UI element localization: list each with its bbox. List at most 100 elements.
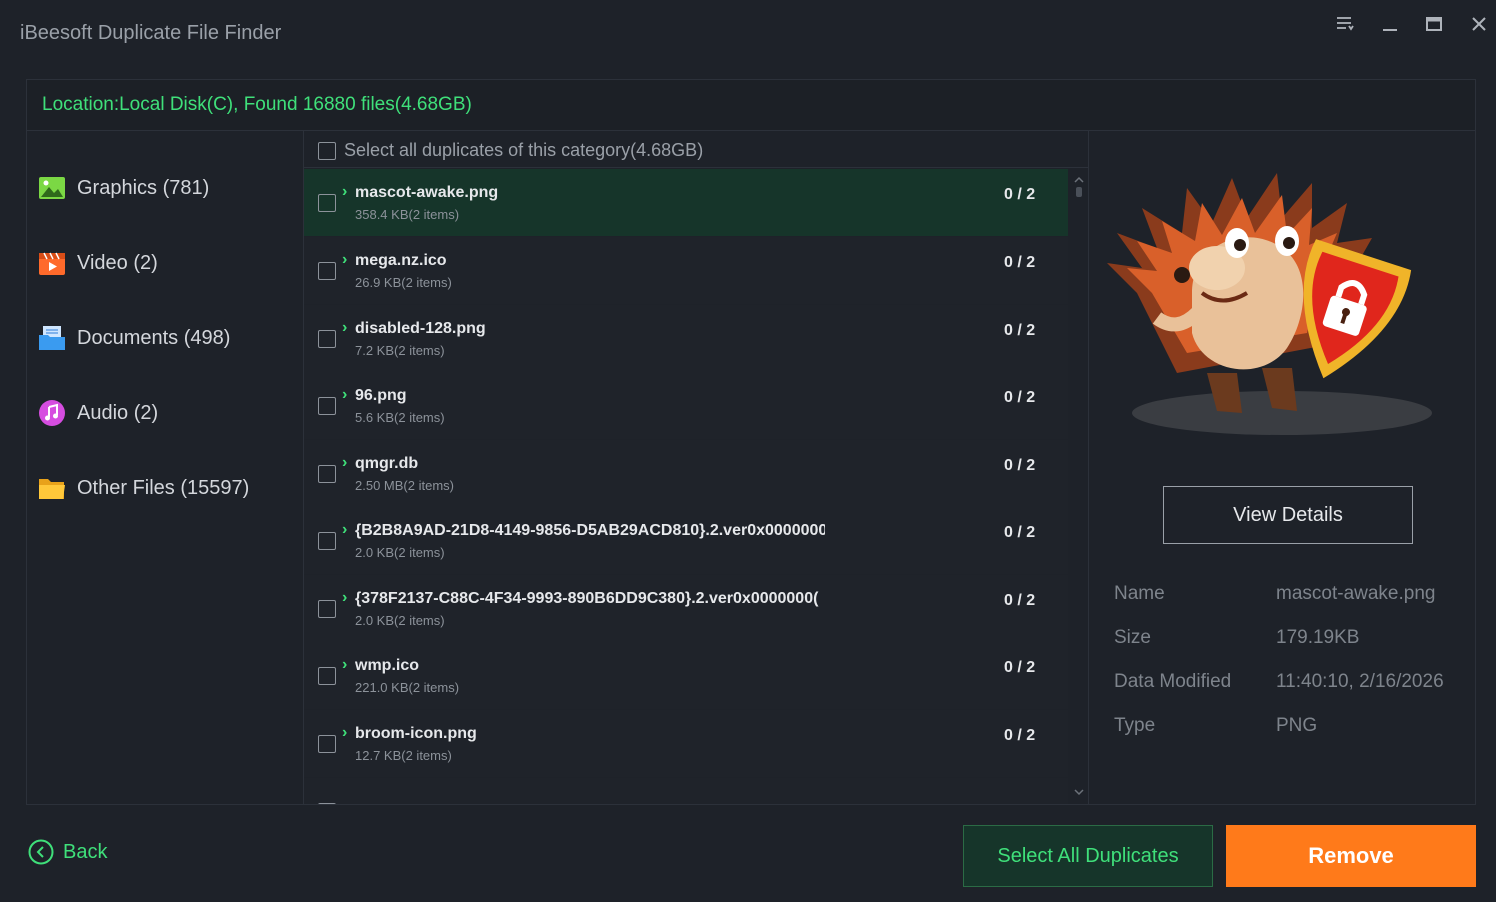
file-meta: 12.7 KB(2 items): [355, 748, 452, 763]
documents-icon: [38, 324, 66, 352]
category-graphics[interactable]: Graphics (781): [38, 168, 288, 208]
file-meta: 7.2 KB(2 items): [355, 343, 445, 358]
category-label: Documents (498): [77, 327, 231, 349]
file-name: {378F2137-C88C-4F34-9993-890B6DD9C380}.2…: [355, 590, 819, 607]
scroll-thumb[interactable]: [1076, 187, 1082, 197]
location-summary: Location:Local Disk(C), Found 16880 file…: [42, 94, 472, 115]
file-name: qmgr.db: [355, 455, 419, 472]
duplicate-row[interactable]: › 96.png 5.6 KB(2 items) 0 / 2: [304, 372, 1068, 439]
file-name: wmp.ico: [355, 657, 420, 674]
file-name: mega.nz.ico: [355, 252, 447, 269]
file-name: mascot-awake.png: [355, 184, 499, 201]
back-arrow-icon: [28, 839, 54, 865]
file-meta: 2.0 KB(2 items): [355, 545, 445, 560]
app-title: iBeesoft Duplicate File Finder: [20, 22, 282, 44]
row-checkbox[interactable]: [318, 397, 336, 415]
scroll-up-icon[interactable]: [1073, 173, 1085, 185]
row-checkbox[interactable]: [318, 600, 336, 618]
back-label: Back: [63, 841, 108, 863]
file-meta: 5.6 KB(2 items): [355, 410, 445, 425]
file-meta: 2.50 MB(2 items): [355, 478, 454, 493]
detail-name-row: Name mascot-awake.png: [1114, 583, 1474, 611]
folder-icon: [38, 474, 66, 502]
category-documents[interactable]: Documents (498): [38, 318, 288, 358]
maximize-icon[interactable]: [1422, 12, 1446, 36]
file-name: broom-icon.png: [355, 725, 477, 742]
selected-count: 0 / 2: [1004, 322, 1036, 339]
row-checkbox[interactable]: [318, 330, 336, 348]
duplicate-list-panel: Select all duplicates of this category(4…: [303, 131, 1089, 804]
expand-arrow-icon[interactable]: ›: [342, 454, 347, 472]
row-checkbox[interactable]: [318, 803, 336, 804]
row-checkbox[interactable]: [318, 735, 336, 753]
expand-arrow-icon[interactable]: ›: [342, 386, 347, 404]
detail-key: Name: [1114, 583, 1165, 604]
expand-arrow-icon[interactable]: ›: [342, 656, 347, 674]
detail-key: Size: [1114, 627, 1151, 648]
scroll-down-icon[interactable]: [1073, 785, 1085, 797]
duplicate-row[interactable]: › {378F2137-C88C-4F34-9993-890B6DD9C380}…: [304, 575, 1068, 642]
row-checkbox[interactable]: [318, 667, 336, 685]
select-all-duplicates-button[interactable]: Select All Duplicates: [963, 825, 1213, 887]
file-meta: 221.0 KB(2 items): [355, 680, 460, 695]
file-meta: 26.9 KB(2 items): [355, 275, 452, 290]
detail-value: PNG: [1276, 715, 1318, 736]
expand-arrow-icon[interactable]: ›: [342, 319, 347, 337]
duplicate-row[interactable]: › mega.nz.ico 26.9 KB(2 items) 0 / 2: [304, 237, 1068, 304]
category-label: Video (2): [77, 252, 158, 274]
selected-count: 0 / 2: [1004, 727, 1036, 744]
category-label: Graphics (781): [77, 177, 210, 199]
menu-icon[interactable]: [1333, 12, 1357, 36]
detail-key: Type: [1114, 715, 1156, 736]
expand-arrow-icon[interactable]: ›: [342, 251, 347, 269]
select-category-checkbox[interactable]: [318, 142, 336, 160]
duplicate-row-partial[interactable]: [304, 778, 1068, 804]
duplicate-row[interactable]: › {B2B8A9AD-21D8-4149-9856-D5AB29ACD810}…: [304, 507, 1068, 574]
expand-arrow-icon[interactable]: ›: [342, 724, 347, 742]
file-meta: 358.4 KB(2 items): [355, 207, 460, 222]
duplicate-row[interactable]: › disabled-128.png 7.2 KB(2 items) 0 / 2: [304, 305, 1068, 372]
audio-icon: [38, 399, 66, 427]
detail-value: mascot-awake.png: [1276, 583, 1436, 604]
back-button[interactable]: Back: [28, 838, 138, 868]
detail-key: Data Modified: [1114, 671, 1232, 692]
row-checkbox[interactable]: [318, 532, 336, 550]
remove-button[interactable]: Remove: [1226, 825, 1476, 887]
selected-count: 0 / 2: [1004, 389, 1036, 406]
file-meta: 2.0 KB(2 items): [355, 613, 445, 628]
row-checkbox[interactable]: [318, 465, 336, 483]
category-audio[interactable]: Audio (2): [38, 393, 288, 433]
expand-arrow-icon[interactable]: ›: [342, 521, 347, 539]
duplicate-row[interactable]: › qmgr.db 2.50 MB(2 items) 0 / 2: [304, 440, 1068, 507]
duplicate-row[interactable]: › mascot-awake.png 358.4 KB(2 items) 0 /…: [304, 169, 1068, 236]
detail-type-row: Type PNG: [1114, 715, 1474, 743]
file-name: disabled-128.png: [355, 320, 486, 337]
category-label: Audio (2): [77, 402, 159, 424]
detail-value: 11:40:10, 2/16/2026: [1276, 671, 1444, 692]
selected-count: 0 / 2: [1004, 524, 1036, 541]
detail-size-row: Size 179.19KB: [1114, 627, 1474, 655]
detail-value: 179.19KB: [1276, 627, 1360, 648]
selected-count: 0 / 2: [1004, 186, 1036, 203]
location-bar: Location:Local Disk(C), Found 16880 file…: [27, 80, 1475, 131]
duplicate-row[interactable]: › wmp.ico 221.0 KB(2 items) 0 / 2: [304, 642, 1068, 709]
selected-count: 0 / 2: [1004, 457, 1036, 474]
file-name: 96.png: [355, 387, 407, 404]
expand-arrow-icon[interactable]: ›: [342, 183, 347, 201]
file-name: {B2B8A9AD-21D8-4149-9856-D5AB29ACD810}.2…: [355, 522, 825, 539]
duplicate-row[interactable]: › broom-icon.png 12.7 KB(2 items) 0 / 2: [304, 710, 1068, 777]
row-checkbox[interactable]: [318, 194, 336, 212]
category-other-files[interactable]: Other Files (15597): [38, 468, 288, 508]
view-details-button[interactable]: View Details: [1163, 486, 1413, 544]
selected-count: 0 / 2: [1004, 254, 1036, 271]
duplicate-rows: › mascot-awake.png 358.4 KB(2 items) 0 /…: [304, 169, 1068, 804]
list-scrollbar[interactable]: [1070, 169, 1088, 803]
select-category-label: Select all duplicates of this category(4…: [344, 140, 704, 160]
selected-count: 0 / 2: [1004, 592, 1036, 609]
expand-arrow-icon[interactable]: ›: [342, 589, 347, 607]
close-icon[interactable]: [1467, 12, 1491, 36]
category-video[interactable]: Video (2): [38, 243, 288, 283]
minimize-icon[interactable]: [1378, 12, 1402, 36]
main-frame: Location:Local Disk(C), Found 16880 file…: [26, 79, 1476, 805]
row-checkbox[interactable]: [318, 262, 336, 280]
